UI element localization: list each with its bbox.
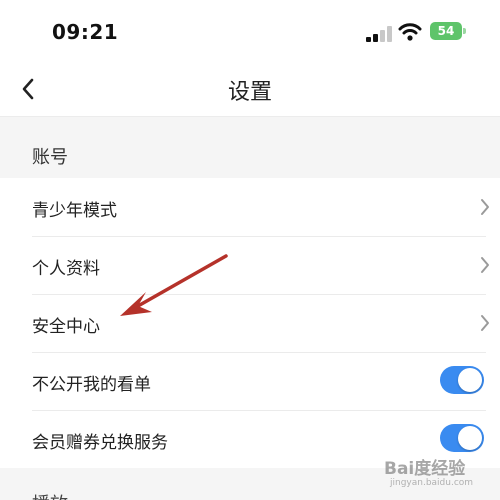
section-title: 账号 xyxy=(32,147,68,168)
private-watchlist-toggle[interactable] xyxy=(440,366,484,394)
signal-icon xyxy=(366,26,392,42)
battery-icon: 54 xyxy=(430,22,468,40)
battery-cap xyxy=(463,28,466,34)
settings-screen: 09:21 54 设置 账号 青少年模式 个人资料 安全中心 不公开我的看单 会… xyxy=(0,0,500,500)
settings-item-label: 不公开我的看单 xyxy=(32,375,151,395)
page-title: 设置 xyxy=(227,80,272,105)
settings-item-label: 会员赠券兑换服务 xyxy=(32,433,168,453)
watermark-sub: jingyan.baidu.com xyxy=(390,478,474,488)
settings-item-label: 青少年模式 xyxy=(32,201,117,221)
battery-level: 54 xyxy=(430,22,462,40)
settings-item-private-watchlist: 不公开我的看单 xyxy=(0,352,500,410)
settings-item-label: 个人资料 xyxy=(32,259,100,279)
chevron-right-icon xyxy=(481,315,489,331)
settings-list: 青少年模式 个人资料 安全中心 不公开我的看单 会员赠券兑换服务 xyxy=(0,178,500,468)
settings-item-teen-mode[interactable]: 青少年模式 xyxy=(0,178,500,236)
chevron-right-icon xyxy=(481,257,489,273)
status-bar: 09:21 54 xyxy=(0,0,500,62)
settings-item-profile[interactable]: 个人资料 xyxy=(0,236,500,294)
nav-bar: 设置 xyxy=(0,62,500,116)
section-header-account: 账号 xyxy=(0,116,500,179)
toggle-knob xyxy=(458,368,482,392)
baidu-jingyan-watermark: Bai度经验 jingyan.baidu.com xyxy=(384,446,494,496)
settings-item-label: 安全中心 xyxy=(32,317,100,337)
wifi-icon xyxy=(398,23,422,41)
settings-item-security-center[interactable]: 安全中心 xyxy=(0,294,500,352)
watermark-text: Bai度经验 xyxy=(384,459,466,479)
chevron-right-icon xyxy=(481,199,489,215)
status-time: 09:21 xyxy=(52,20,119,44)
section-title: 播放 xyxy=(32,490,68,500)
